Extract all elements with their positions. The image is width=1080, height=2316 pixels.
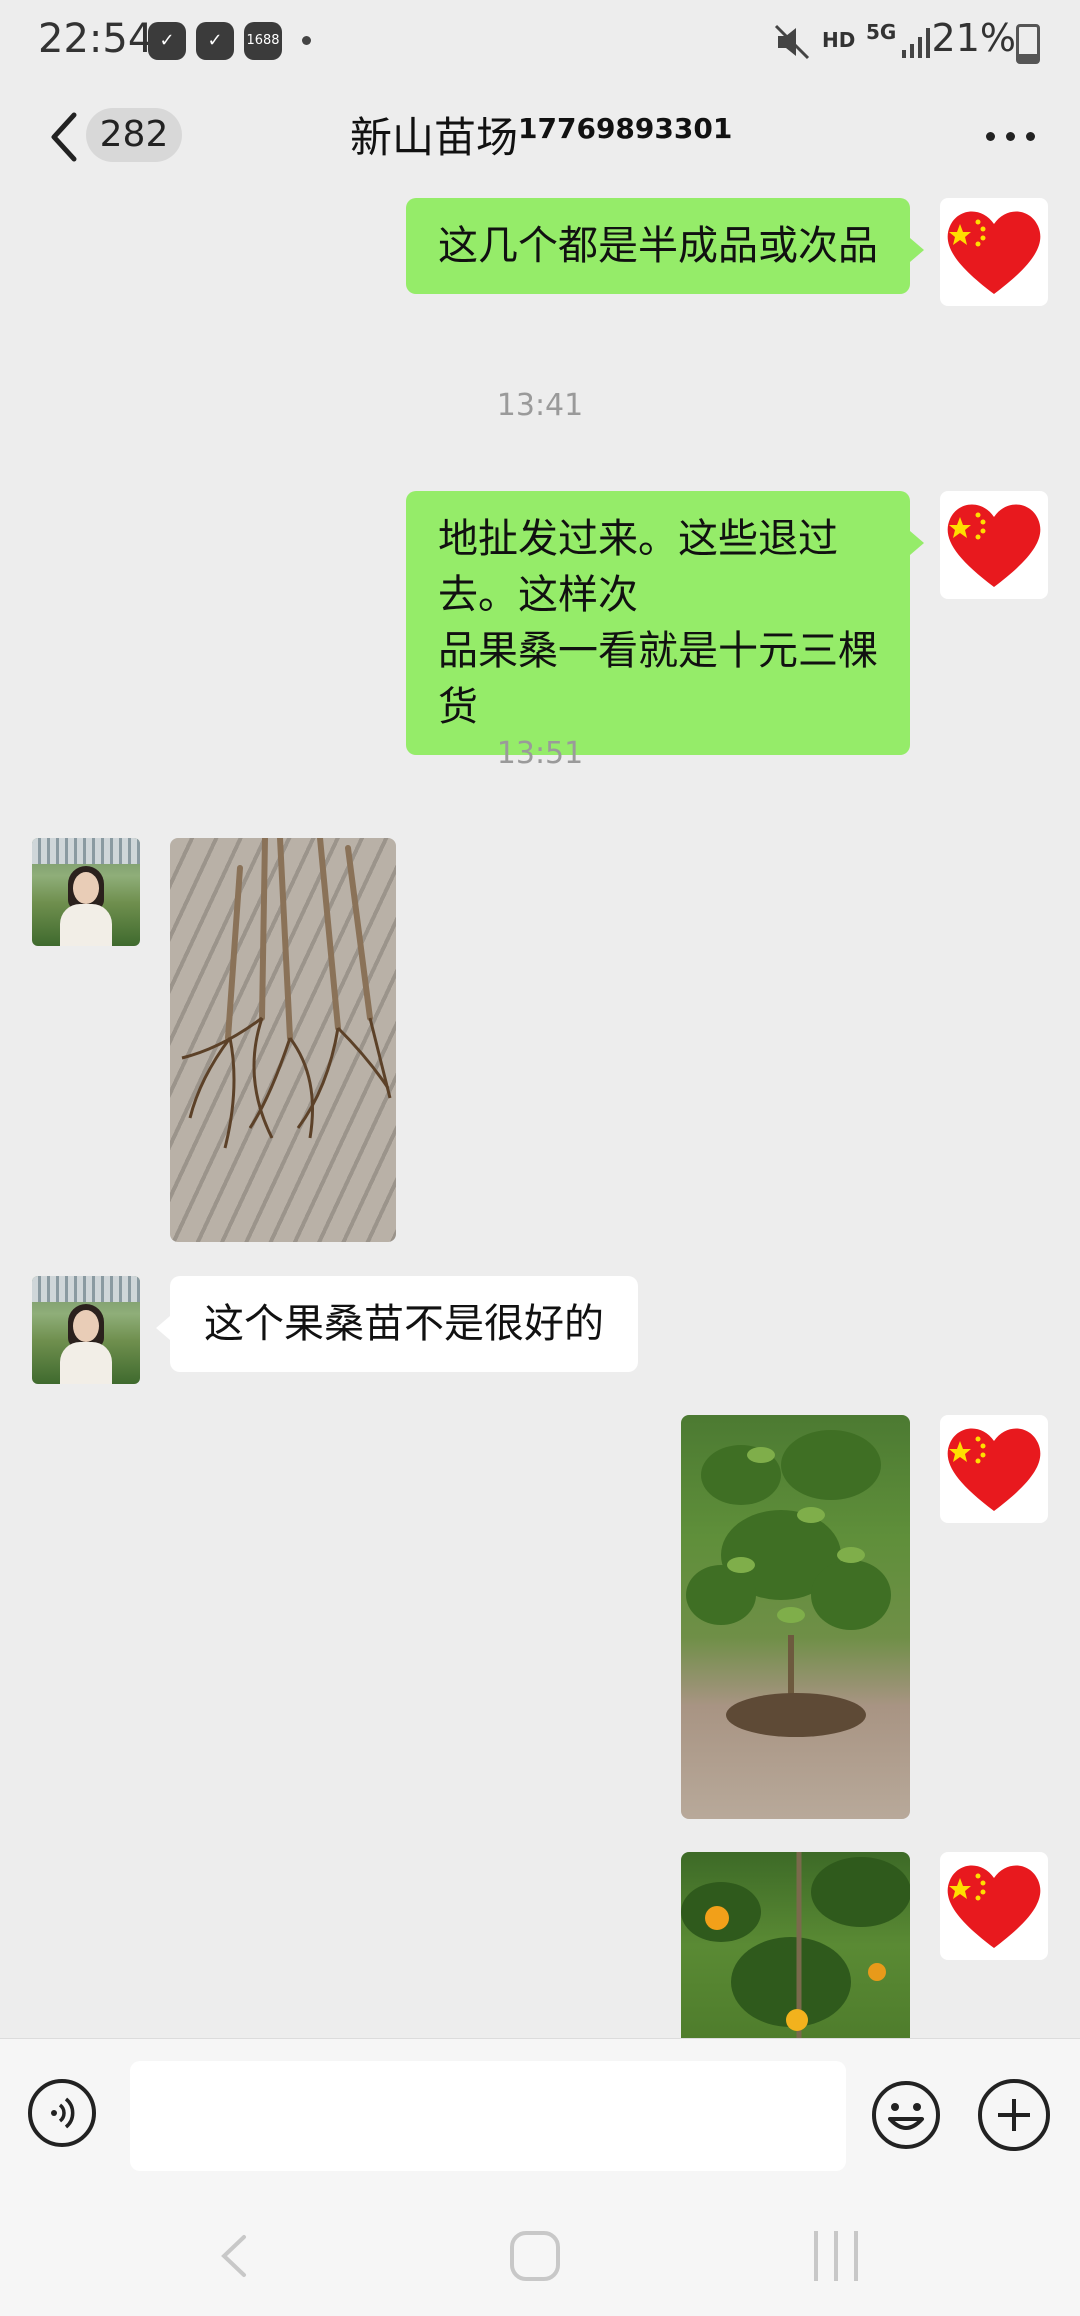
voice-input-button[interactable] <box>28 2079 96 2147</box>
message-bubble-other[interactable]: 这个果桑苗不是很好的 <box>156 1276 638 1372</box>
dot-icon <box>1026 132 1035 141</box>
my-avatar[interactable] <box>940 1415 1048 1523</box>
mute-icon <box>774 24 810 60</box>
my-avatar[interactable] <box>940 491 1048 599</box>
hd-label: HD <box>822 28 856 52</box>
message-line: 品果桑一看就是十元三棵货 <box>438 628 878 730</box>
tree-photo-illustration <box>686 1430 891 1737</box>
heart-flag-icon <box>947 1428 1041 1511</box>
message-input[interactable] <box>130 2061 846 2171</box>
message-timestamp: 13:51 <box>496 736 584 771</box>
heart-flag-icon <box>947 1865 1041 1948</box>
more-options-button[interactable] <box>986 130 1036 144</box>
message-line: 地扯发过来。这些退过去。这样次 <box>438 516 838 618</box>
avatar-face <box>73 872 99 904</box>
avatar-face <box>73 1310 99 1342</box>
dot-icon <box>986 132 995 141</box>
bar-icon <box>814 2231 818 2281</box>
chat-app-icon: ✓ <box>196 22 234 60</box>
bar-icon <box>834 2231 838 2281</box>
message-bubble-mine[interactable]: 地扯发过来。这些退过去。这样次 品果桑一看就是十元三棵货 <box>406 491 924 755</box>
network-label: 5G <box>866 20 897 44</box>
nav-back-button[interactable] <box>214 2231 254 2281</box>
dot-icon <box>1006 132 1015 141</box>
image-message-tree[interactable] <box>681 1415 910 1819</box>
voice-icon <box>51 2097 75 2129</box>
bar-icon <box>854 2231 858 2281</box>
heart-flag-icon <box>947 504 1041 587</box>
chat-header: 282 新山苗场17769893301 <box>0 80 1080 195</box>
greenhouse-roof <box>32 838 140 864</box>
image-message-roots[interactable] <box>170 838 396 1242</box>
image-message-orange-tree[interactable] <box>681 1852 910 2038</box>
contact-avatar[interactable] <box>32 1276 140 1384</box>
status-time: 22:54 <box>38 16 154 62</box>
battery-icon <box>1016 24 1040 64</box>
my-avatar[interactable] <box>940 1852 1048 1960</box>
system-navigation-bar <box>0 2193 1080 2316</box>
greenhouse-roof <box>32 1276 140 1302</box>
my-avatar[interactable] <box>940 198 1048 306</box>
avatar-body <box>60 1342 112 1384</box>
emoji-button[interactable] <box>870 2079 942 2151</box>
more-actions-button[interactable] <box>978 2079 1050 2151</box>
contact-name: 新山苗场 <box>350 113 519 162</box>
message-bubble-mine[interactable]: 这几个都是半成品或次品 <box>406 198 924 294</box>
input-bar <box>0 2038 1080 2194</box>
chat-app-icon: ✓ <box>148 22 186 60</box>
1688-app-icon: 1688 <box>244 22 282 60</box>
avatar-body <box>60 904 112 946</box>
nav-recent-apps-button[interactable] <box>812 2231 862 2281</box>
heart-flag-icon <box>947 211 1041 294</box>
orange-tree-photo-illustration <box>681 1852 910 2038</box>
nav-home-button[interactable] <box>510 2231 560 2281</box>
message-timestamp: 13:41 <box>496 388 584 423</box>
contact-phone: 17769893301 <box>518 112 733 145</box>
status-bar: 22:54 ✓ ✓ 1688 HD 5G 21% <box>0 0 1080 80</box>
unread-count-badge[interactable]: 282 <box>86 108 182 162</box>
battery-percent: 21% <box>931 16 1016 60</box>
chat-title: 新山苗场17769893301 <box>350 104 732 165</box>
notification-dot-icon <box>302 36 311 45</box>
roots-photo-illustration <box>181 838 392 1149</box>
contact-avatar[interactable] <box>32 838 140 946</box>
